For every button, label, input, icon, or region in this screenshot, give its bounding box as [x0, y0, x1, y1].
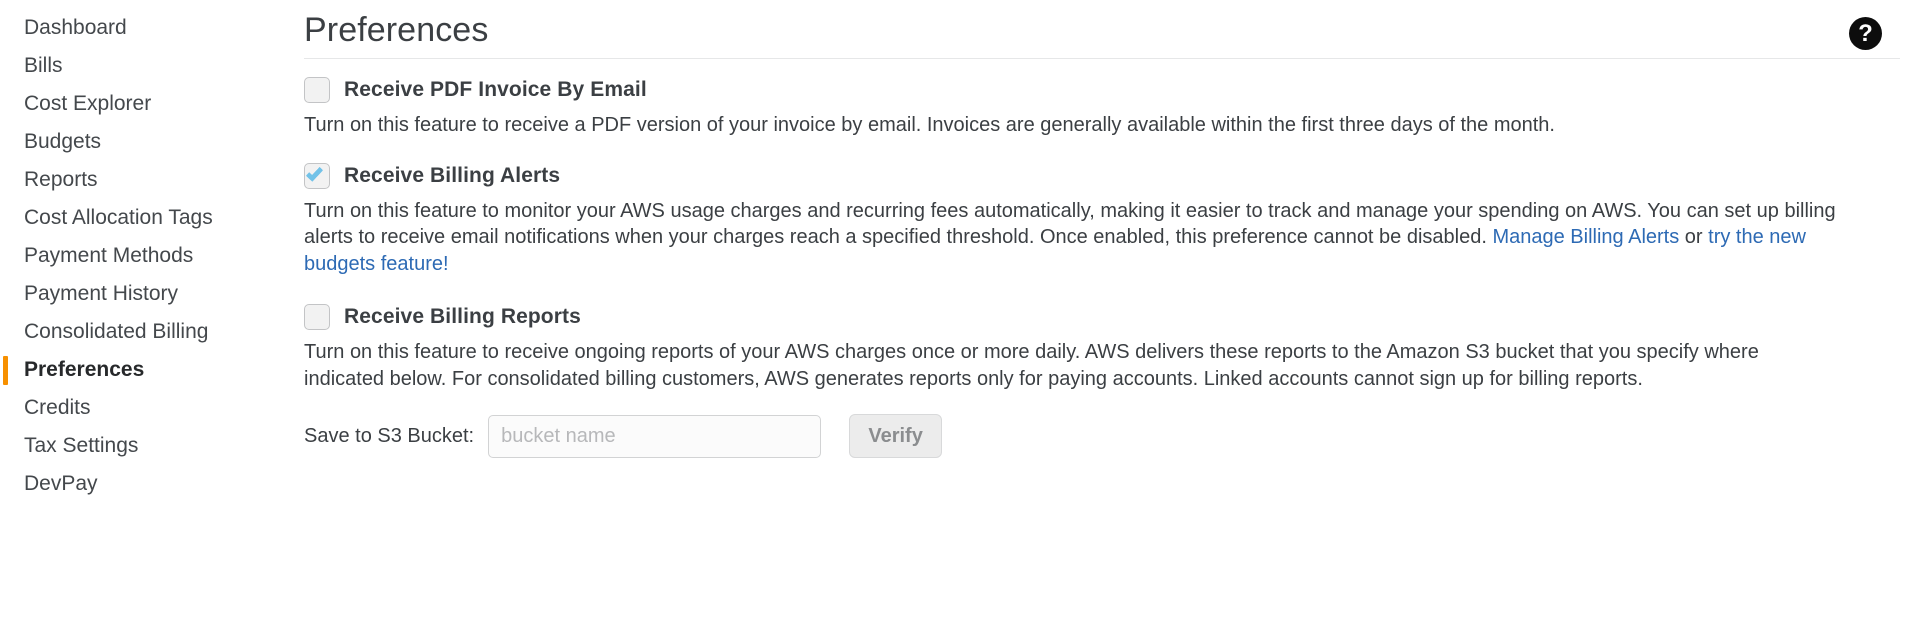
sidebar-item-label: Tax Settings	[24, 434, 139, 457]
active-indicator-bar	[3, 356, 8, 385]
pdf-invoice-description: Turn on this feature to receive a PDF ve…	[304, 114, 1555, 136]
help-question-icon[interactable]: ?	[1849, 17, 1882, 50]
sidebar-item-label: DevPay	[24, 472, 98, 495]
sidebar-item-cost-explorer[interactable]: Cost Explorer	[0, 85, 288, 123]
sidebar-item-label: Dashboard	[24, 16, 127, 39]
billing-alerts-header: Receive Billing Alerts	[304, 162, 1900, 198]
preference-billing-reports: Receive Billing Reports Turn on this fea…	[304, 277, 1900, 458]
billing-alerts-checkbox[interactable]	[304, 162, 330, 189]
sidebar-item-devpay[interactable]: DevPay	[0, 465, 288, 503]
sidebar-item-dashboard[interactable]: Dashboard	[0, 9, 288, 47]
sidebar-item-label: Payment History	[24, 282, 179, 305]
sidebar-item-label: Reports	[24, 168, 98, 191]
sidebar-item-label: Consolidated Billing	[24, 320, 209, 343]
sidebar-item-label: Preferences	[24, 358, 145, 381]
billing-alerts-label: Receive Billing Alerts	[344, 163, 561, 187]
sidebar-item-payment-methods[interactable]: Payment Methods	[0, 237, 288, 275]
checkmark-icon	[305, 163, 324, 182]
sidebar-item-label: Cost Explorer	[24, 92, 152, 115]
billing-reports-checkbox[interactable]	[304, 304, 330, 330]
sidebar-item-payment-history[interactable]: Payment History	[0, 275, 288, 313]
sidebar-item-cost-allocation-tags[interactable]: Cost Allocation Tags	[0, 199, 288, 237]
billing-reports-description: Turn on this feature to receive ongoing …	[304, 341, 1759, 390]
sidebar-item-budgets[interactable]: Budgets	[0, 123, 288, 161]
preference-pdf-invoice: Receive PDF Invoice By Email Turn on thi…	[304, 59, 1900, 139]
pdf-invoice-header: Receive PDF Invoice By Email	[304, 77, 1900, 112]
billing-alerts-conjunction: or	[1679, 226, 1709, 248]
pdf-invoice-checkbox[interactable]	[304, 77, 330, 103]
billing-reports-label: Receive Billing Reports	[344, 305, 581, 328]
pdf-invoice-label: Receive PDF Invoice By Email	[344, 78, 647, 101]
page-title: Preferences	[304, 11, 489, 49]
s3-bucket-input[interactable]	[488, 414, 822, 458]
sidebar-item-label: Credits	[24, 396, 91, 419]
s3-bucket-row: Save to S3 Bucket: Verify	[304, 392, 1900, 458]
main-content: Preferences ? Receive PDF Invoice By Ema…	[288, 0, 1920, 458]
preferences-page: Dashboard Bills Cost Explorer Budgets Re…	[0, 0, 1920, 625]
billing-reports-header: Receive Billing Reports	[304, 304, 1900, 339]
sidebar-item-consolidated-billing[interactable]: Consolidated Billing	[0, 313, 288, 351]
sidebar-item-label: Budgets	[24, 130, 102, 153]
sidebar-item-preferences[interactable]: Preferences	[0, 351, 288, 389]
sidebar-nav: Dashboard Bills Cost Explorer Budgets Re…	[0, 0, 288, 503]
preference-billing-alerts: Receive Billing Alerts Turn on this feat…	[304, 139, 1900, 278]
sidebar-item-credits[interactable]: Credits	[0, 389, 288, 427]
sidebar-item-reports[interactable]: Reports	[0, 161, 288, 199]
manage-billing-alerts-link[interactable]: Manage Billing Alerts	[1492, 226, 1679, 248]
page-header: Preferences ?	[304, 8, 1900, 58]
sidebar-item-bills[interactable]: Bills	[0, 47, 288, 85]
sidebar-item-label: Payment Methods	[24, 244, 194, 267]
s3-bucket-label: Save to S3 Bucket:	[304, 424, 475, 447]
sidebar-item-label: Cost Allocation Tags	[24, 206, 213, 229]
verify-button[interactable]: Verify	[849, 414, 943, 458]
billing-alerts-description: Turn on this feature to monitor your AWS…	[304, 198, 1844, 278]
sidebar-item-label: Bills	[24, 54, 63, 77]
sidebar-item-tax-settings[interactable]: Tax Settings	[0, 427, 288, 465]
